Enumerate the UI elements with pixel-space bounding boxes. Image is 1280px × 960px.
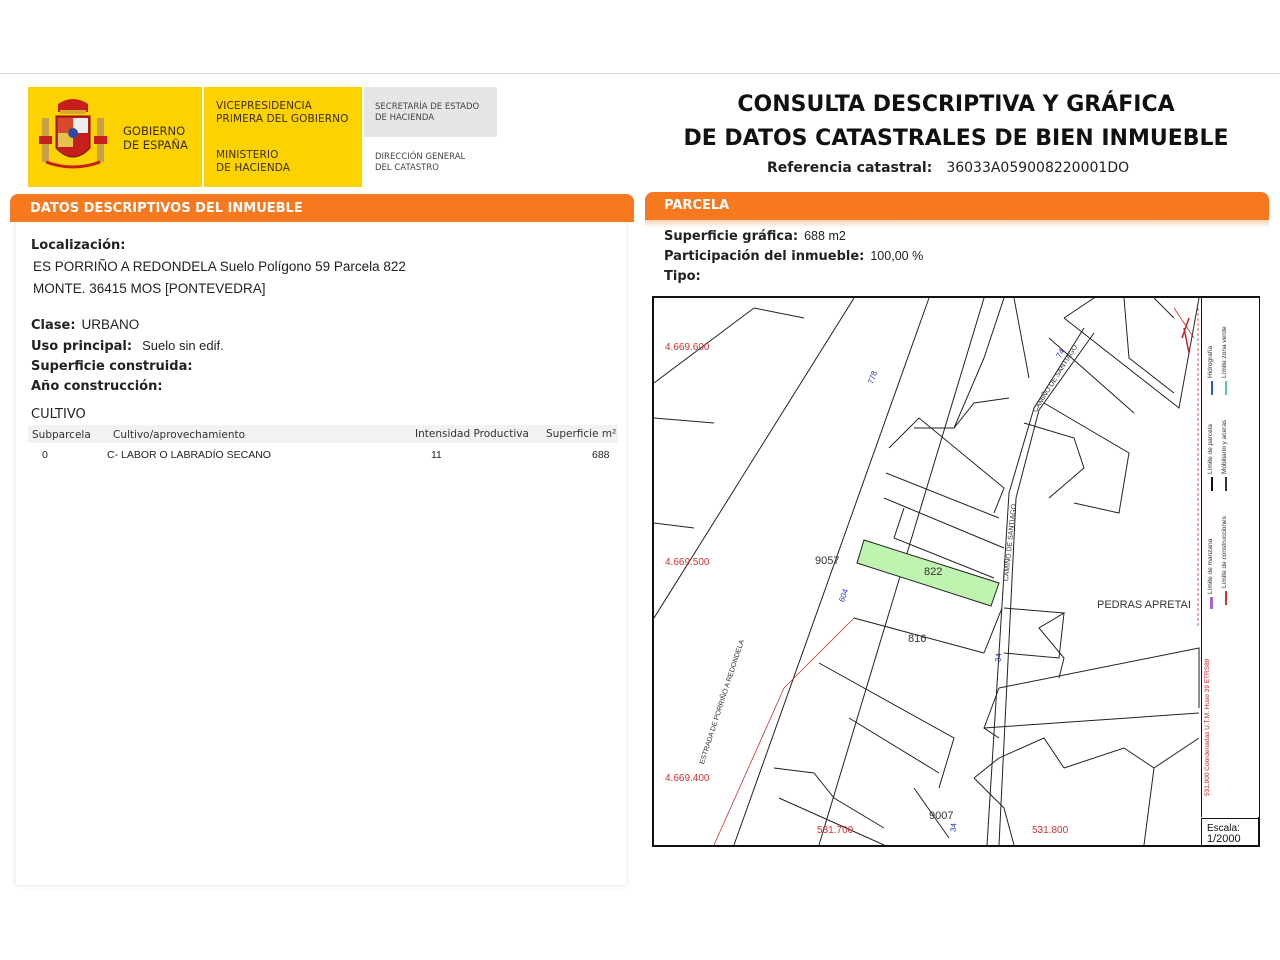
legend-zona-verde-swatch (1225, 381, 1227, 395)
th-superficie: Superficie m² (546, 428, 617, 440)
y-label-3: 4.669.400 (665, 773, 710, 784)
title-line-1: CONSULTA DESCRIPTIVA Y GRÁFICA (737, 92, 1175, 117)
clase-value: URBANO (81, 317, 140, 332)
gobierno-text: GOBIERNO DE ESPAÑA (123, 124, 188, 152)
legend-limite-manzana: Límite de manzana (1207, 538, 1214, 594)
td-superficie: 688 (592, 449, 610, 461)
clase-row: Clase: URBANO (31, 317, 140, 333)
referencia-value: 36033A059008220001DO (946, 160, 1130, 176)
parcela-header-fade (645, 220, 1269, 228)
localizacion-label: Localización: (31, 238, 126, 253)
vicepresidencia-text: VICEPRESIDENCIA PRIMERA DEL GOBIERNO (216, 100, 349, 125)
secretaria-text: SECRETARÍA DE ESTADO DE HACIENDA (375, 102, 480, 123)
th-intensidad: Intensidad Productiva (415, 428, 529, 440)
localizacion-line-2: MONTE. 36415 MOS [PONTEVEDRA] (33, 281, 266, 296)
legend-mobiliario: Mobiliario y aceras (1221, 419, 1228, 474)
gobierno-logo-block: GOBIERNO DE ESPAÑA (28, 87, 202, 187)
place-name: PEDRAS APRETAI (1097, 599, 1191, 611)
secretaria-block: SECRETARÍA DE ESTADO DE HACIENDA (364, 87, 497, 137)
th-cultivo: Cultivo/aprovechamiento (113, 429, 246, 441)
legend-coords: 531,900 Coordenadas U.T.M. Huso 29 ETRS8… (1204, 658, 1211, 796)
parcel-label-9057: 9057 (815, 555, 840, 567)
referencia-label: Referencia catastral: (767, 160, 933, 176)
th-subparcela: Subparcela (32, 429, 91, 441)
map-drawing (654, 298, 1200, 845)
vicepresidencia-block: VICEPRESIDENCIA PRIMERA DEL GOBIERNO MIN… (204, 87, 362, 187)
td-intensidad: 11 (431, 449, 442, 461)
legend-hidrografia-swatch (1211, 381, 1213, 395)
parcela-section-header: PARCELA (645, 192, 1269, 220)
datos-section-header: DATOS DESCRIPTIVOS DEL INMUEBLE (10, 194, 634, 222)
parcel-label-816: 816 (908, 633, 927, 645)
td-cultivo: C- LABOR O LABRADÍO SECANO (107, 449, 271, 461)
superficie-grafica-value: 688 m2 (804, 229, 846, 243)
parcel-label-9007: 9007 (929, 810, 954, 822)
tipo-label: Tipo: (664, 269, 701, 284)
legend-mobiliario-swatch (1225, 477, 1227, 491)
superficie-construida-label: Superficie construida: (31, 359, 193, 374)
anio-label: Año construcción: (31, 379, 163, 394)
y-label-1: 4.669.600 (665, 342, 710, 353)
participacion-row: Participación del inmueble: 100,00 % (664, 249, 924, 264)
ministerio-text: MINISTERIO DE HACIENDA (216, 149, 291, 174)
blue-number-34b: 34 (948, 822, 959, 833)
x-label-2: 531.800 (1032, 825, 1069, 836)
cadastral-map[interactable]: 4.669.600 4.669.500 4.669.400 531.700 53… (652, 296, 1260, 847)
legend-hidrografia: Hidrografía (1207, 345, 1214, 378)
blue-number-34a: 34 (993, 652, 1004, 663)
map-legend: 531,900 Coordenadas U.T.M. Huso 29 ETRS8… (1201, 298, 1259, 817)
superficie-grafica-row: Superficie gráfica: 688 m2 (664, 229, 846, 244)
title-line-2: DE DATOS CATASTRALES DE BIEN INMUEBLE (683, 126, 1229, 151)
top-divider (0, 73, 1280, 74)
uso-value: Suelo sin edif. (142, 338, 224, 353)
legend-parcela-swatch (1211, 477, 1213, 491)
page-title: CONSULTA DESCRIPTIVA Y GRÁFICA DE DATOS … (650, 88, 1262, 156)
direccion-text: DIRECCIÓN GENERAL DEL CATASTRO (375, 152, 466, 173)
participacion-value: 100,00 % (870, 249, 924, 263)
localizacion-line-1: ES PORRIÑO A REDONDELA Suelo Polígono 59… (33, 259, 406, 274)
y-label-2: 4.669.500 (665, 557, 710, 568)
td-subparcela: 0 (42, 449, 48, 461)
legend-manzana-swatch (1210, 597, 1213, 609)
legend-construcciones-swatch (1225, 591, 1227, 605)
scale-value: 1/2000 (1207, 833, 1241, 845)
x-label-1: 531.700 (817, 825, 854, 836)
legend-zona-verde: Límite zona verde (1221, 326, 1228, 378)
legend-limite-construcciones: Límite de construcciones (1221, 516, 1228, 588)
coat-of-arms-icon (39, 99, 107, 169)
cultivo-title: CULTIVO (31, 407, 86, 422)
scale-label: Escala: (1207, 823, 1240, 834)
map-scale: Escala: 1/2000 (1201, 818, 1258, 845)
parcel-label-822: 822 (924, 566, 943, 578)
referencia-catastral: Referencia catastral: 36033A059008220001D… (767, 160, 1129, 176)
legend-limite-parcela: Límite de parcela (1207, 424, 1214, 474)
uso-row: Uso principal: Suelo sin edif. (31, 338, 224, 354)
